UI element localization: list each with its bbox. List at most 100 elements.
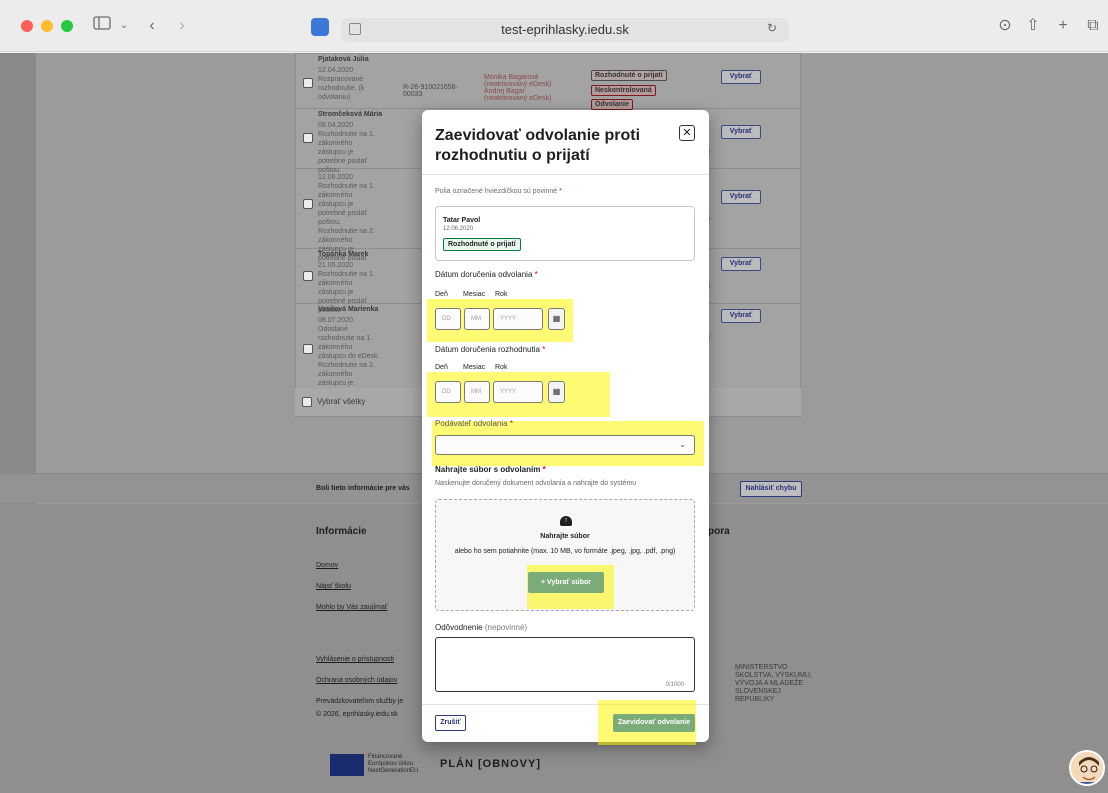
address-bar[interactable]: test-eprihlasky.iedu.sk ↻	[341, 18, 789, 42]
table-row[interactable]: Pjataková Júlia 12.04.2020 Rozpracované …	[296, 54, 800, 110]
student-name: Tatar Pavol	[443, 217, 481, 224]
row-name: Vasilová Marienka	[318, 306, 379, 313]
report-bug-button[interactable]: Nahlásiť chybu	[740, 481, 802, 497]
row-name: Stromčeková Mária	[318, 111, 383, 118]
status-badge: Rozhodnuté o prijatí	[591, 70, 667, 81]
close-window-button[interactable]	[21, 20, 33, 32]
footer-link-privacy[interactable]: Ochrana osobných údajov	[316, 677, 397, 684]
footer-copyright: © 2026, eprihlasky.iedu.sk	[316, 711, 398, 718]
row-select-dropdown[interactable]: Vybrať	[721, 125, 761, 139]
required-star-icon: *	[542, 465, 546, 474]
reason-label-text: Odôvodnenie	[435, 623, 483, 632]
day-label: Deň	[435, 364, 448, 371]
upload-description: alebo ho sem potiahnite (max. 10 MB, vo …	[454, 548, 676, 555]
sidebar-toggle-icon[interactable]	[92, 16, 112, 36]
row-select-dropdown[interactable]: Vybrať	[721, 70, 761, 84]
select-all-label: Vybrať všetky	[317, 397, 366, 406]
submitter-select[interactable]: ⌄	[435, 435, 695, 455]
reason-label: Odôvodnenie (nepovinné)	[435, 623, 527, 632]
calendar-icon[interactable]: ▦	[548, 381, 565, 403]
year-label: Rok	[495, 291, 508, 298]
decision-year-input[interactable]: YYYY	[493, 381, 543, 403]
decision-date-label: Dátum doručenia rozhodnutia *	[435, 345, 545, 354]
ministry-logo-text: MINISTERSTVO ŠKOLSTVA, VÝSKUMU, VÝVOJA A…	[735, 664, 812, 703]
file-dropzone[interactable]: ↑ Nahrajte súbor alebo ho sem potiahnite…	[435, 499, 695, 611]
year-label: Rok	[495, 364, 508, 371]
appeal-date-label: Dátum doručenia odvolania *	[435, 270, 538, 279]
forward-button[interactable]: ›	[175, 16, 189, 36]
row-checkbox[interactable]	[303, 344, 313, 354]
reload-icon[interactable]: ↻	[767, 21, 777, 35]
feedback-text: Boli tieto informácie pre vás	[316, 485, 410, 492]
calendar-icon[interactable]: ▦	[548, 308, 565, 330]
row-meta: 08.04.2020 Rozhodnutie na 1. zákonného z…	[318, 122, 375, 174]
row-checkbox[interactable]	[303, 271, 313, 281]
modal-title: Zaevidovať odvolanie proti rozhodnutiu o…	[435, 127, 641, 164]
chevron-down-icon: ⌄	[679, 440, 686, 449]
appeal-year-input[interactable]: YYYY	[493, 308, 543, 330]
required-star-icon: *	[509, 419, 513, 428]
submitter-label: Podávateľ odvolania *	[435, 419, 513, 428]
zoom-window-button[interactable]	[61, 20, 73, 32]
student-date: 12.06.2020	[443, 226, 474, 232]
required-note-text: Polia označené hviezdičkou sú povinné	[435, 188, 558, 195]
reason-textarea[interactable]: 0/1000	[435, 637, 695, 692]
footer-link-accessibility[interactable]: Vyhlásenie o prístupnosti	[316, 656, 394, 663]
day-label: Deň	[435, 291, 448, 298]
decision-date-label-text: Dátum doručenia rozhodnutia	[435, 345, 540, 354]
upload-label: Nahrajte súbor s odvolaním *	[435, 465, 546, 474]
url-text: test-eprihlasky.iedu.sk	[501, 22, 629, 37]
footer-heading-support: pora	[708, 526, 730, 537]
required-star-icon: *	[542, 345, 546, 354]
required-star-icon: *	[534, 270, 538, 279]
footer-operator: Prevádzkovateľom služby je	[316, 698, 404, 705]
appeal-day-input[interactable]: DD	[435, 308, 461, 330]
site-favicon-icon[interactable]	[311, 18, 329, 36]
row-select-dropdown[interactable]: Vybrať	[721, 309, 761, 323]
upload-title: Nahrajte súbor	[540, 533, 590, 540]
footer-heading-info: Informácie	[316, 526, 367, 537]
upload-cloud-icon: ↑	[560, 516, 572, 526]
avatar[interactable]	[1069, 750, 1105, 786]
row-name: Topánka Marek	[318, 251, 369, 258]
row-checkbox[interactable]	[303, 133, 313, 143]
eu-funding-text: Financované Európskou úniou NextGenerati…	[368, 754, 419, 774]
submit-appeal-button[interactable]: Zaevidovať odvolanie	[613, 714, 695, 732]
required-note: Polia označené hviezdičkou sú povinné *	[435, 188, 562, 195]
month-label: Mesiac	[463, 291, 486, 298]
decision-day-input[interactable]: DD	[435, 381, 461, 403]
row-select-dropdown[interactable]: Vybrať	[721, 257, 761, 271]
character-counter: 0/1000	[665, 682, 684, 688]
row-select-dropdown[interactable]: Vybrať	[721, 190, 761, 204]
choose-file-button[interactable]: + Vybrať súbor	[528, 572, 604, 593]
share-icon[interactable]: ⇧	[1024, 16, 1042, 36]
select-all-checkbox[interactable]	[302, 397, 312, 407]
row-checkbox[interactable]	[303, 199, 313, 209]
row-parent: Monika Bagarová (neaktivovaný eDesk) And…	[484, 74, 552, 102]
eu-flag-icon	[330, 754, 364, 776]
row-checkbox[interactable]	[303, 78, 313, 88]
back-button[interactable]: ‹	[145, 16, 159, 36]
close-button[interactable]: ✕	[679, 125, 695, 141]
browser-toolbar: ⌄ ‹ › test-eprihlasky.iedu.sk ↻ ⊙ ⇧ + ⧉	[0, 0, 1108, 52]
minimize-window-button[interactable]	[41, 20, 53, 32]
submitter-label-text: Podávateľ odvolania	[435, 419, 508, 428]
footer-link-interest[interactable]: Mohlo by Vás zaujímať	[316, 604, 388, 611]
new-tab-icon[interactable]: +	[1054, 16, 1072, 36]
appeal-month-input[interactable]: MM	[464, 308, 490, 330]
upload-hint: Naskenujte doručený dokument odvolania a…	[435, 480, 637, 487]
chevron-down-icon[interactable]: ⌄	[118, 16, 130, 36]
appeal-modal: Zaevidovať odvolanie proti rozhodnutiu o…	[422, 110, 709, 745]
required-star-icon: *	[559, 188, 562, 195]
status-badge: Rozhodnuté o prijatí	[443, 238, 521, 251]
footer-link-home[interactable]: Domov	[316, 562, 338, 569]
tab-overview-icon[interactable]: ⧉	[1084, 16, 1102, 36]
status-badge: Neskontrolovaná	[591, 85, 656, 96]
footer-link-find-school[interactable]: Nájsť školu	[316, 583, 351, 590]
download-icon[interactable]: ⊙	[996, 16, 1014, 36]
row-name: Pjataková Júlia	[318, 56, 369, 63]
decision-month-input[interactable]: MM	[464, 381, 490, 403]
header-divider	[422, 174, 709, 175]
cancel-button[interactable]: Zrušiť	[435, 715, 466, 731]
row-meta: 12.04.2020 Rozpracované rozhodnutie. (k …	[318, 67, 365, 101]
